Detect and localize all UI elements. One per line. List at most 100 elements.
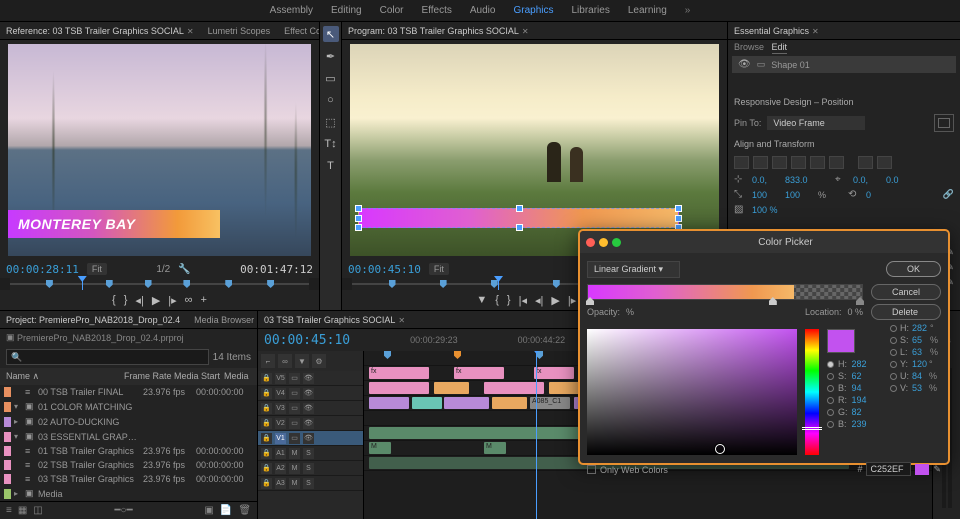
nav-libraries[interactable]: Libraries — [571, 5, 609, 16]
hue-slider[interactable] — [805, 329, 819, 455]
selection-tool-icon[interactable]: ↖ — [323, 26, 339, 42]
gradient-type-select[interactable]: Linear Gradient ▾ — [587, 261, 680, 278]
clip[interactable] — [412, 397, 442, 409]
radio-s[interactable] — [827, 373, 834, 380]
text-tool-icon[interactable]: T — [323, 158, 339, 174]
radio-hh[interactable] — [890, 325, 897, 332]
clip[interactable] — [484, 382, 544, 394]
resize-handle[interactable] — [675, 205, 682, 212]
pos-y[interactable]: 833.0 — [785, 175, 813, 185]
selected-shape[interactable] — [358, 208, 679, 228]
col-media[interactable]: Media — [224, 371, 249, 382]
gang-icon[interactable]: ∞ — [185, 294, 193, 306]
new-item-icon[interactable]: 📄 — [220, 505, 232, 516]
program-frame[interactable] — [350, 44, 719, 256]
ref-tab-fx[interactable]: Effect Controls — [284, 26, 319, 36]
eg-browse[interactable]: Browse — [734, 42, 764, 52]
project-item[interactable]: ▸▣02 AUTO-DUCKING — [0, 414, 257, 429]
close-icon[interactable]: ✕ — [187, 27, 194, 36]
resize-handle[interactable] — [355, 224, 362, 231]
nav-learning[interactable]: Learning — [628, 5, 667, 16]
radio-ll[interactable] — [890, 349, 897, 356]
project-item[interactable]: ≡02 TSB Trailer Graphics23.976 fps00:00:… — [0, 458, 257, 472]
ref-half[interactable]: 1/2 — [156, 264, 170, 275]
clip[interactable] — [444, 397, 489, 409]
freeform-icon[interactable]: ◫ — [33, 505, 42, 516]
wrench-icon[interactable]: 🔧 — [178, 264, 190, 275]
radio-ss[interactable] — [890, 337, 897, 344]
val-g[interactable]: 82 — [852, 407, 925, 417]
project-item[interactable]: ▸▣Media — [0, 486, 257, 501]
layer-item[interactable]: 👁 ▭ Shape 01 — [732, 56, 956, 73]
ellipse-tool-icon[interactable]: ○ — [323, 92, 339, 108]
resize-handle[interactable] — [355, 215, 362, 222]
radio-v[interactable] — [890, 385, 897, 392]
ok-button[interactable]: OK — [886, 261, 941, 277]
cp-titlebar[interactable]: Color Picker — [580, 231, 948, 253]
snap-icon[interactable]: ⌐ — [261, 354, 275, 368]
minimize-window-icon[interactable] — [599, 238, 608, 247]
add-marker-icon[interactable]: ▼ — [476, 294, 487, 306]
step-back-icon[interactable]: ◂| — [535, 294, 543, 307]
close-icon[interactable]: ✕ — [812, 27, 819, 36]
video-track-header[interactable]: 🔒V3▭👁 — [258, 401, 363, 416]
nav-graphics[interactable]: Graphics — [513, 5, 553, 16]
mark-in-icon[interactable]: { — [495, 294, 499, 306]
nav-color[interactable]: Color — [380, 5, 404, 16]
close-window-icon[interactable] — [586, 238, 595, 247]
nav-editing[interactable]: Editing — [331, 5, 362, 16]
new-bin-icon[interactable]: ▣ — [204, 505, 213, 516]
scale-h[interactable]: 100 — [785, 190, 813, 200]
radio-h[interactable] — [827, 361, 834, 368]
dist-h-icon[interactable] — [858, 156, 873, 169]
nav-audio[interactable]: Audio — [470, 5, 496, 16]
hex-input[interactable] — [866, 462, 911, 476]
clip[interactable] — [492, 397, 527, 409]
project-item[interactable]: ≡03 TSB Trailer Graphics23.976 fps00:00:… — [0, 472, 257, 486]
col-name[interactable]: Name ∧ — [6, 371, 124, 382]
radio-r[interactable] — [827, 397, 834, 404]
play-icon[interactable]: ▶ — [152, 294, 160, 307]
zoom-window-icon[interactable] — [612, 238, 621, 247]
step-back-icon[interactable]: ◂| — [135, 294, 143, 307]
marker-icon[interactable]: ▼ — [295, 354, 309, 368]
video-track-header[interactable]: 🔒V5▭👁 — [258, 371, 363, 386]
cancel-button[interactable]: Cancel — [871, 284, 941, 300]
val-bv[interactable]: 239 — [852, 419, 925, 429]
ref-timecode[interactable]: 00:00:28:11 — [6, 263, 79, 276]
eye-icon[interactable]: 👁 — [738, 59, 751, 70]
clip[interactable]: fx — [534, 367, 574, 379]
val-r[interactable]: 194 — [852, 395, 925, 405]
align-hcenter-icon[interactable] — [753, 156, 768, 169]
reference-frame[interactable]: MONTEREY BAY — [8, 44, 311, 256]
list-view-icon[interactable]: ≡ — [6, 505, 12, 516]
video-track-header[interactable]: 🔒V1▭👁 — [258, 431, 363, 446]
off-x[interactable]: 0.0, — [853, 175, 881, 185]
ref-fit[interactable]: Fit — [87, 263, 107, 275]
project-item[interactable]: ≡00 TSB Trailer FINAL23.976 fps00:00:00:… — [0, 385, 257, 399]
eg-tab[interactable]: Essential Graphics✕ — [734, 26, 819, 36]
delete-button[interactable]: Delete — [871, 304, 941, 320]
mark-out-icon[interactable]: } — [507, 294, 511, 306]
location-value[interactable]: 0 % — [847, 307, 863, 317]
clip[interactable] — [434, 382, 469, 394]
proj-tab[interactable]: Project: PremierePro_NAB2018_Drop_02.4 — [6, 315, 180, 325]
align-vcenter-icon[interactable] — [810, 156, 825, 169]
pin-grid[interactable] — [934, 114, 954, 132]
gradient-bar[interactable] — [587, 284, 863, 300]
web-colors-checkbox[interactable] — [587, 465, 596, 474]
pen-tool-icon[interactable]: ✒ — [323, 48, 339, 64]
tl-tab[interactable]: 03 TSB Trailer Graphics SOCIAL✕ — [264, 315, 405, 325]
eyedropper-icon[interactable]: ✎ — [933, 464, 941, 475]
mark-out-icon[interactable]: } — [124, 294, 128, 306]
ref-tab-lumetri[interactable]: Lumetri Scopes — [208, 26, 271, 36]
ref-scrubber[interactable] — [10, 278, 309, 290]
radio-u[interactable] — [890, 373, 897, 380]
nav-effects[interactable]: Effects — [422, 5, 452, 16]
resize-handle[interactable] — [516, 205, 523, 212]
audio-track-header[interactable]: 🔒A1MS — [258, 446, 363, 461]
play-icon[interactable]: ▶ — [551, 294, 559, 307]
audio-track-header[interactable]: 🔒A2MS — [258, 461, 363, 476]
radio-b[interactable] — [827, 385, 834, 392]
proj-search-input[interactable] — [6, 349, 209, 365]
